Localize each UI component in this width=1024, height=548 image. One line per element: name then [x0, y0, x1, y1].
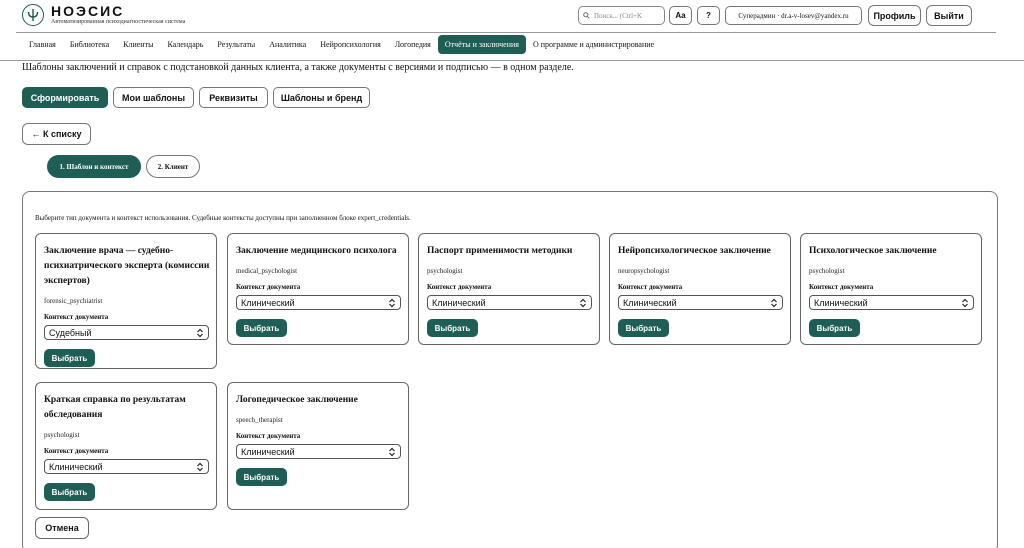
chevron-updown-icon	[580, 298, 586, 308]
step-client[interactable]: 2. Клиент	[146, 155, 200, 178]
card-role-code: medical_psychologist	[236, 267, 298, 275]
context-select-value: Клинический	[623, 297, 677, 308]
nav-item-speech-therapy[interactable]: Логопедия	[388, 35, 438, 54]
context-select[interactable]: Клинический	[618, 295, 783, 310]
user-badge[interactable]: Суперадмин · dr.a-v-losev@yandex.ru	[725, 6, 862, 25]
context-select[interactable]: Клинический	[236, 444, 401, 459]
nav-item-library[interactable]: Библиотека	[63, 35, 116, 54]
context-label: Контекст документа	[809, 283, 874, 291]
search-placeholder: Поиск... (Ctrl+K	[594, 11, 643, 20]
app-header: НОЭСИС Автоматизированная психодиагности…	[0, 0, 1024, 33]
context-select-value: Клинический	[432, 297, 486, 308]
context-label: Контекст документа	[236, 432, 301, 440]
card-role-code: psychologist	[427, 267, 463, 275]
chevron-updown-icon	[962, 298, 968, 308]
logout-button[interactable]: Выйти	[926, 5, 972, 26]
help-button[interactable]: ?	[697, 6, 720, 25]
search-input[interactable]: Поиск... (Ctrl+K	[578, 6, 665, 25]
nav-item-home[interactable]: Главная	[22, 35, 63, 54]
chevron-updown-icon	[197, 462, 203, 472]
card-title: Заключение врача — судебно-психиатрическ…	[44, 246, 210, 286]
generate-button[interactable]: Сформировать	[22, 87, 108, 108]
context-label: Контекст документа	[618, 283, 683, 291]
page-intro: Шаблоны заключений и справок с подстанов…	[22, 62, 574, 73]
chevron-updown-icon	[771, 298, 777, 308]
context-select[interactable]: Клинический	[236, 295, 401, 310]
cancel-button[interactable]: Отмена	[35, 517, 89, 539]
nav-item-calendar[interactable]: Календарь	[160, 35, 210, 54]
templates-brand-button[interactable]: Шаблоны и бренд	[273, 87, 370, 108]
chevron-updown-icon	[389, 447, 395, 457]
select-template-button[interactable]: Выбрать	[618, 319, 669, 337]
requisites-button[interactable]: Реквизиты	[199, 87, 268, 108]
search-icon	[583, 12, 590, 19]
logo-psi-icon	[22, 4, 44, 26]
card-role-code: psychologist	[44, 431, 80, 439]
context-select[interactable]: Клинический	[427, 295, 592, 310]
profile-button[interactable]: Профиль	[868, 5, 921, 26]
select-template-button[interactable]: Выбрать	[809, 319, 860, 337]
card-role-code: neuropsychologist	[618, 267, 670, 275]
card-role-code: forensic_psychiatrist	[44, 297, 103, 305]
context-select-value: Судебный	[49, 327, 92, 338]
select-template-button[interactable]: Выбрать	[44, 483, 95, 501]
nav-divider	[0, 60, 1024, 61]
step-template-context[interactable]: 1. Шаблон и контекст	[47, 155, 141, 178]
context-label: Контекст документа	[44, 313, 109, 321]
context-label: Контекст документа	[236, 283, 301, 291]
chevron-updown-icon	[197, 328, 203, 338]
card-role-code: speech_therapist	[236, 416, 283, 424]
card-title: Заключение медицинского психолога	[236, 246, 397, 256]
template-card: Заключение медицинского психолога medical…	[227, 233, 409, 345]
app-title: НОЭСИС	[51, 3, 125, 19]
template-card: Нейропсихологическое заключение neuropsyc…	[609, 233, 791, 345]
panel-description: Выберите тип документа и контекст исполь…	[35, 214, 411, 222]
card-title: Логопедическое заключение	[236, 395, 358, 405]
context-select-value: Клинический	[814, 297, 868, 308]
card-title: Нейропсихологическое заключение	[618, 246, 771, 256]
nav-item-results[interactable]: Результаты	[210, 35, 262, 54]
app-subtitle: Автоматизированная психодиагностическая …	[51, 19, 186, 25]
psi-icon	[27, 9, 39, 21]
context-label: Контекст документа	[44, 447, 109, 455]
nav-item-about-admin[interactable]: О программе и администрирование	[526, 35, 661, 54]
template-card: Логопедическое заключение speech_therapis…	[227, 382, 409, 510]
template-card: Паспорт применимости методики psychologis…	[418, 233, 600, 345]
context-select[interactable]: Судебный	[44, 325, 209, 340]
chevron-updown-icon	[389, 298, 395, 308]
nav-item-reports[interactable]: Отчёты и заключения	[437, 34, 526, 54]
my-templates-button[interactable]: Мои шаблоны	[113, 87, 194, 108]
font-size-button[interactable]: Aa	[669, 6, 692, 25]
card-role-code: psychologist	[809, 267, 845, 275]
card-title: Паспорт применимости методики	[427, 246, 573, 256]
context-select-value: Клинический	[49, 461, 103, 472]
header-divider	[16, 32, 996, 33]
context-select[interactable]: Клинический	[809, 295, 974, 310]
context-select-value: Клинический	[241, 297, 295, 308]
template-card: Краткая справка по результатам обследова…	[35, 382, 217, 510]
nav-item-clients[interactable]: Клиенты	[116, 35, 160, 54]
main-nav: Главная Библиотека Клиенты Календарь Рез…	[22, 34, 661, 54]
nav-item-analytics[interactable]: Аналитика	[262, 35, 313, 54]
card-title: Психологическое заключение	[809, 246, 937, 256]
select-template-button[interactable]: Выбрать	[427, 319, 478, 337]
context-select[interactable]: Клинический	[44, 459, 209, 474]
card-title: Краткая справка по результатам обследова…	[44, 395, 186, 420]
context-label: Контекст документа	[427, 283, 492, 291]
template-card: Психологическое заключение psychologist Ко…	[800, 233, 982, 345]
context-select-value: Клинический	[241, 446, 295, 457]
select-template-button[interactable]: Выбрать	[236, 468, 287, 486]
template-card: Заключение врача — судебно-психиатрическ…	[35, 233, 217, 369]
back-to-list-button[interactable]: ← К списку	[22, 123, 91, 145]
nav-item-neuropsychology[interactable]: Нейропсихология	[313, 35, 388, 54]
select-template-button[interactable]: Выбрать	[44, 349, 95, 367]
select-template-button[interactable]: Выбрать	[236, 319, 287, 337]
